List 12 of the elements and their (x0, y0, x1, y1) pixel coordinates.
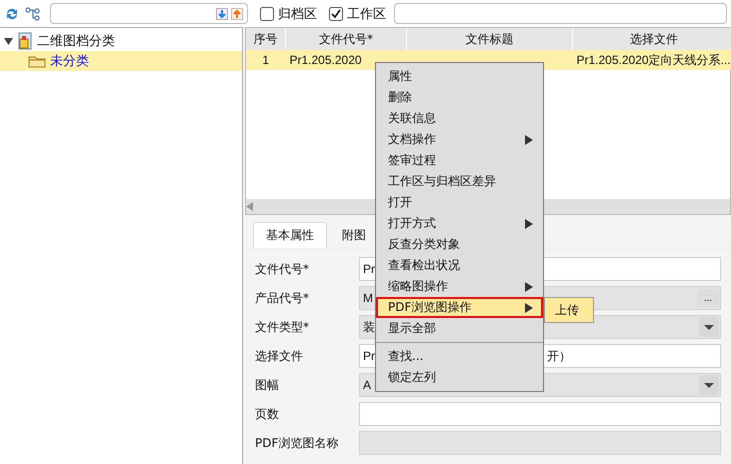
field-label: 文件代号* (255, 260, 310, 278)
field-label: 页数 (255, 406, 280, 422)
table-cell: Pr1.205.2020定向天线分系... (576, 52, 731, 66)
table-cell: 1 (262, 53, 270, 67)
checkbox-label: 归档区 (278, 6, 317, 22)
field-label: PDF浏览图名称 (255, 434, 340, 452)
field-label: 图幅 (255, 376, 280, 394)
field-label: 文件类型* (255, 318, 310, 336)
field-label: 选择文件 (255, 348, 304, 364)
field-label: 产品代号* (255, 290, 310, 306)
table-cell: Pr1.205.2020 (290, 53, 362, 67)
checkbox-label: 工作区 (347, 6, 386, 22)
